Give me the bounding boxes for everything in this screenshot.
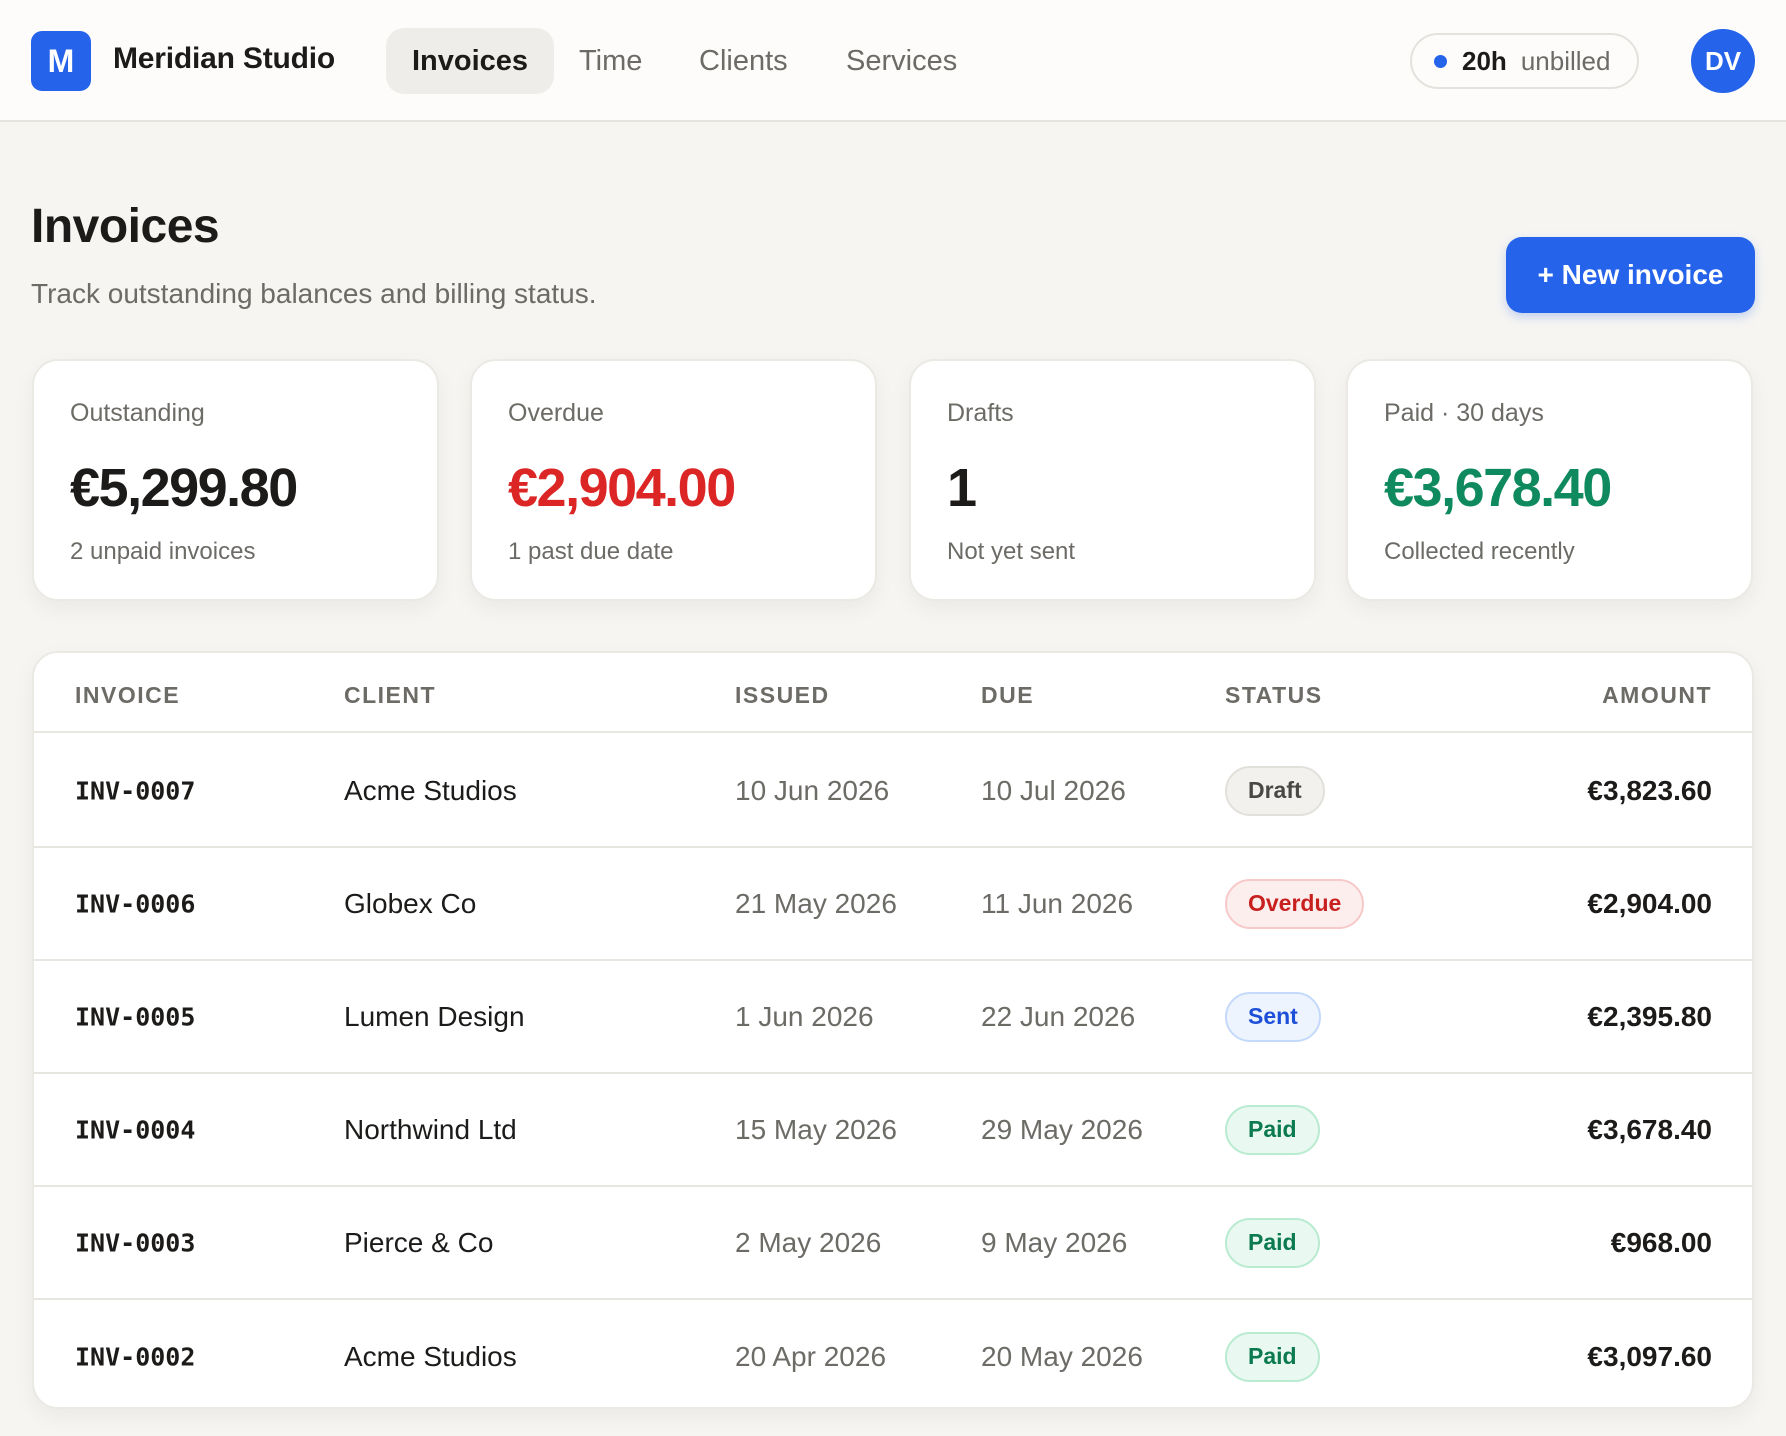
brand-logo[interactable]: M [31,31,91,91]
table-row[interactable]: INV-0006 Globex Co 21 May 2026 11 Jun 20… [34,848,1752,961]
tab-invoices[interactable]: Invoices [386,28,555,94]
invoice-amount: €2,904.00 [1587,887,1712,919]
issued-date: 21 May 2026 [735,887,897,919]
status-badge: Paid [1225,1217,1320,1268]
stat-card-paid-30-days: Paid · 30 days €3,678.40 Collected recen… [1346,359,1753,601]
stat-card-drafts: Drafts 1 Not yet sent [909,359,1316,601]
invoice-amount: €3,097.60 [1587,1340,1712,1372]
column-header-amount[interactable]: AMOUNT [1602,682,1712,709]
column-header-client[interactable]: CLIENT [344,682,436,709]
invoice-amount: €2,395.80 [1587,1000,1712,1032]
tab-clients[interactable]: Clients [673,28,814,94]
stat-note: 1 past due date [508,538,674,565]
client-name: Pierce & Co [344,1226,494,1258]
stat-note: 2 unpaid invoices [70,538,256,565]
stat-note: Not yet sent [947,538,1076,565]
stat-value: €5,299.80 [70,458,298,518]
table-row[interactable]: INV-0002 Acme Studios 20 Apr 2026 20 May… [34,1300,1752,1407]
page-title: Invoices [31,200,220,253]
issued-date: 2 May 2026 [735,1226,882,1258]
client-name: Globex Co [344,887,477,919]
issued-date: 1 Jun 2026 [735,1000,874,1032]
unbilled-hours-pill[interactable]: 20h unbilled [1410,33,1639,89]
column-header-issued[interactable]: ISSUED [735,682,830,709]
unbilled-hours-label: unbilled [1520,45,1611,76]
invoice-number[interactable]: INV-0006 [75,889,195,918]
table-row[interactable]: INV-0007 Acme Studios 10 Jun 2026 10 Jul… [34,735,1752,848]
status-badge: Draft [1225,765,1325,816]
table-row[interactable]: INV-0005 Lumen Design 1 Jun 2026 22 Jun … [34,961,1752,1074]
invoice-number[interactable]: INV-0002 [75,1342,195,1371]
user-avatar[interactable]: DV [1691,29,1755,93]
table-header: INVOICE CLIENT ISSUED DUE STATUS AMOUNT [34,653,1752,733]
status-cell: Overdue [1225,878,1365,929]
status-badge: Overdue [1225,878,1365,929]
invoice-amount: €3,823.60 [1587,774,1712,806]
due-date: 10 Jul 2026 [981,774,1126,806]
status-cell: Sent [1225,991,1321,1042]
status-cell: Paid [1225,1217,1320,1268]
client-name: Acme Studios [344,774,517,806]
stat-label: Overdue [508,399,604,427]
due-date: 20 May 2026 [981,1340,1143,1372]
status-cell: Draft [1225,765,1325,816]
status-badge: Paid [1225,1104,1320,1155]
invoice-amount: €968.00 [1610,1226,1712,1258]
stat-label: Paid · 30 days [1384,399,1544,427]
invoice-number[interactable]: INV-0007 [75,776,195,805]
tab-time[interactable]: Time [553,28,668,94]
status-cell: Paid [1225,1104,1320,1155]
column-header-invoice[interactable]: INVOICE [75,682,180,709]
issued-date: 20 Apr 2026 [735,1340,887,1372]
invoice-number[interactable]: INV-0005 [75,1002,195,1031]
stat-note: Collected recently [1384,538,1575,565]
unbilled-hours-value: 20h [1462,45,1507,76]
top-bar: M Meridian Studio Invoices Time Clients … [0,0,1786,122]
due-date: 11 Jun 2026 [981,887,1134,919]
table-row[interactable]: INV-0003 Pierce & Co 2 May 2026 9 May 20… [34,1187,1752,1300]
column-header-status[interactable]: STATUS [1225,682,1323,709]
page-subtitle: Track outstanding balances and billing s… [31,278,597,309]
client-name: Acme Studios [344,1340,517,1372]
issued-date: 15 May 2026 [735,1113,897,1145]
invoice-number[interactable]: INV-0004 [75,1115,195,1144]
invoice-amount: €3,678.40 [1587,1113,1712,1145]
client-name: Northwind Ltd [344,1113,517,1145]
stat-value: €3,678.40 [1384,458,1612,518]
status-badge: Sent [1225,991,1321,1042]
invoice-number[interactable]: INV-0003 [75,1228,195,1257]
stat-label: Outstanding [70,399,205,427]
new-invoice-button[interactable]: + New invoice [1506,237,1755,313]
table-row[interactable]: INV-0004 Northwind Ltd 15 May 2026 29 Ma… [34,1074,1752,1187]
stat-value: €2,904.00 [508,458,736,518]
invoices-table: INVOICE CLIENT ISSUED DUE STATUS AMOUNT … [32,651,1754,1409]
status-dot-icon [1434,54,1447,68]
stat-card-overdue: Overdue €2,904.00 1 past due date [470,359,877,601]
due-date: 29 May 2026 [981,1113,1143,1145]
stat-value: 1 [947,458,977,518]
stat-card-outstanding: Outstanding €5,299.80 2 unpaid invoices [32,359,439,601]
due-date: 9 May 2026 [981,1226,1128,1258]
column-header-due[interactable]: DUE [981,682,1034,709]
client-name: Lumen Design [344,1000,525,1032]
due-date: 22 Jun 2026 [981,1000,1136,1032]
status-badge: Paid [1225,1331,1320,1382]
tab-services[interactable]: Services [820,28,983,94]
issued-date: 10 Jun 2026 [735,774,890,806]
brand-name[interactable]: Meridian Studio [113,42,335,76]
stat-label: Drafts [947,399,1014,427]
status-cell: Paid [1225,1331,1320,1382]
